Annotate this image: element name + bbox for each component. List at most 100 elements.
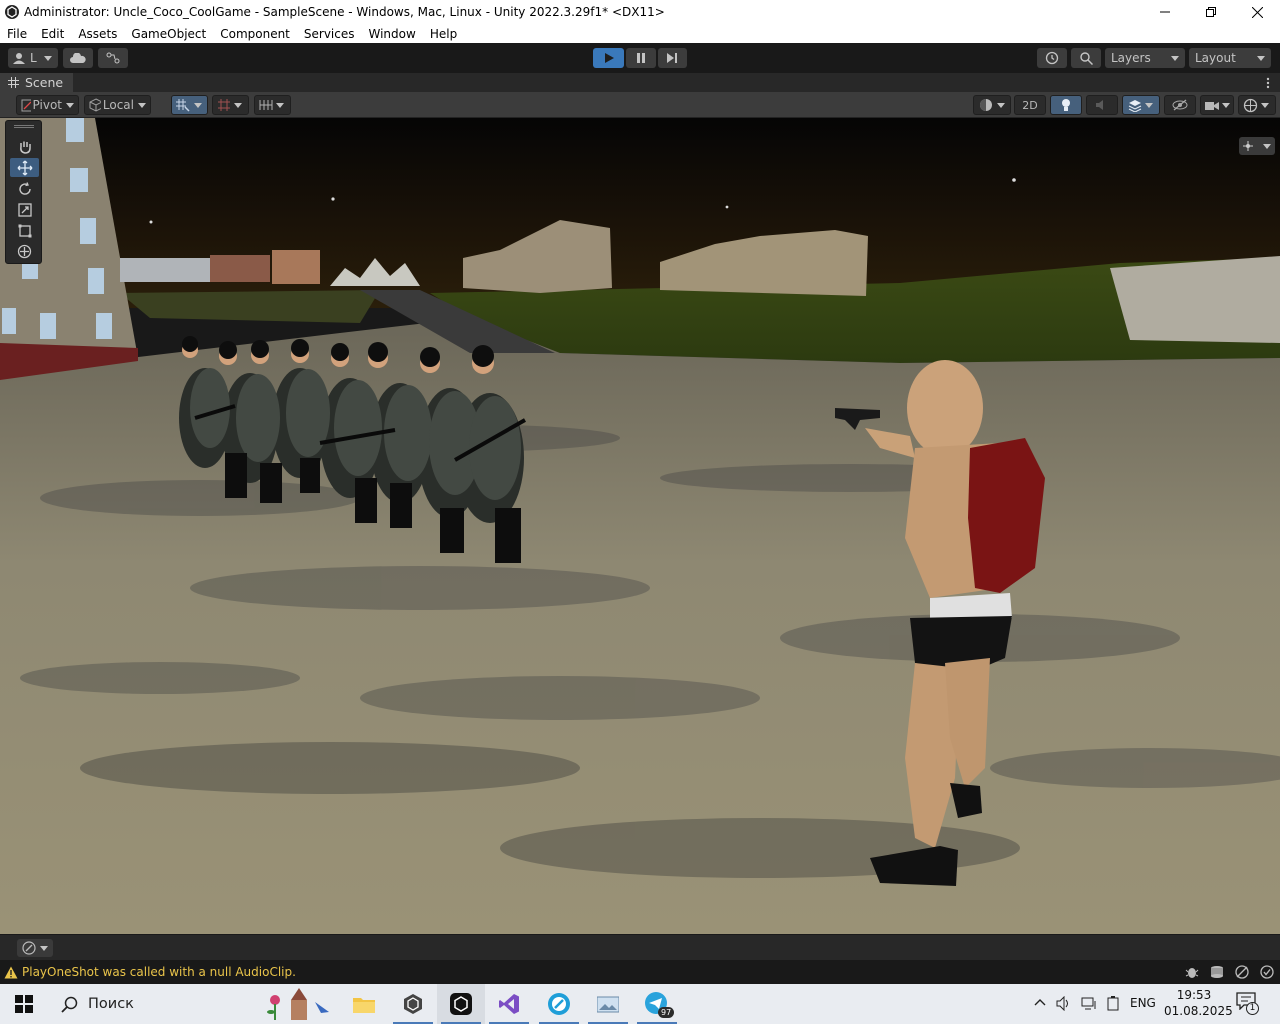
move-tool[interactable]: [10, 158, 39, 177]
2d-mode-toggle[interactable]: 2D: [1014, 95, 1046, 115]
layout-dropdown[interactable]: Layout: [1189, 48, 1271, 68]
debug-bug-icon[interactable]: [1185, 965, 1199, 979]
star: [1012, 178, 1016, 182]
increment-snap-toggle[interactable]: [212, 95, 249, 115]
scale-tool[interactable]: [10, 200, 39, 219]
network-icon[interactable]: [1081, 996, 1097, 1011]
chevron-down-icon: [194, 102, 202, 108]
orientation-dropdown[interactable]: [1239, 137, 1275, 155]
rotate-tool[interactable]: [10, 179, 39, 198]
visual-studio-app[interactable]: [485, 984, 533, 1024]
menu-edit[interactable]: Edit: [34, 25, 71, 43]
history-icon: [1045, 51, 1059, 65]
database-icon[interactable]: [1210, 965, 1224, 979]
chevron-up-icon[interactable]: [1034, 998, 1046, 1006]
layers-effects-icon: [1128, 99, 1142, 112]
shading-mode-icon: [980, 99, 992, 111]
more-menu-icon[interactable]: [1266, 77, 1270, 89]
unity-hub-app[interactable]: [389, 984, 437, 1024]
grid-icon: [259, 100, 273, 110]
clock[interactable]: 19:53 01.08.2025: [1164, 987, 1233, 1019]
grid-snapping-toggle[interactable]: [171, 95, 208, 115]
draw-mode-dropdown[interactable]: [973, 95, 1011, 115]
layers-dropdown[interactable]: Layers: [1105, 48, 1185, 68]
taskbar-search-box[interactable]: Поиск: [48, 984, 248, 1024]
unity-editor-app[interactable]: [437, 984, 485, 1024]
window-title-bar: Administrator: Uncle_Coco_CoolGame - Sam…: [0, 0, 1280, 24]
collab-button[interactable]: [98, 48, 128, 68]
menu-bar: File Edit Assets GameObject Component Se…: [0, 24, 1280, 43]
pause-button[interactable]: [626, 48, 656, 68]
play-button[interactable]: [593, 48, 624, 68]
menu-services[interactable]: Services: [297, 25, 362, 43]
auto-generate-lighting-icon[interactable]: [1235, 965, 1249, 979]
tab-scene[interactable]: Scene: [0, 73, 74, 92]
pivot-icon: [21, 99, 31, 111]
pivot-dropdown[interactable]: Pivot: [16, 95, 79, 115]
hand-icon: [19, 141, 31, 154]
file-explorer-app[interactable]: [340, 984, 388, 1024]
grid-hash-icon: [8, 77, 19, 88]
head: [907, 360, 983, 456]
image-viewer-app[interactable]: [584, 984, 632, 1024]
minimize-button[interactable]: [1142, 0, 1188, 24]
restore-button[interactable]: [1188, 0, 1234, 24]
lighting-toggle[interactable]: [1050, 95, 1082, 115]
notification-center-button[interactable]: 1: [1236, 992, 1260, 1016]
transform-tool[interactable]: [10, 242, 39, 261]
scene-viewport[interactable]: [0, 118, 1280, 934]
local-dropdown[interactable]: Local: [84, 95, 151, 115]
chevron-down-icon: [40, 945, 48, 951]
close-button[interactable]: [1234, 0, 1280, 24]
telegram-app[interactable]: 97: [633, 984, 681, 1024]
lightbulb-icon: [1062, 99, 1070, 111]
start-button[interactable]: [0, 984, 48, 1024]
browser-app[interactable]: [535, 984, 583, 1024]
play-icon: [604, 53, 614, 63]
effects-dropdown[interactable]: [1122, 95, 1160, 115]
chevron-down-icon: [997, 102, 1005, 108]
minimize-icon: [1160, 11, 1170, 13]
camera-dropdown[interactable]: [1200, 95, 1234, 115]
chevron-down-icon: [1263, 143, 1271, 149]
menu-help[interactable]: Help: [423, 25, 464, 43]
battery-icon[interactable]: [1106, 996, 1120, 1011]
grid-visibility-toggle[interactable]: [254, 95, 291, 115]
cloud-button[interactable]: [63, 48, 93, 68]
scene-overlay-bar: [0, 934, 1280, 960]
restore-icon: [1206, 7, 1216, 17]
rect-tool[interactable]: [10, 221, 39, 240]
volume-icon[interactable]: [1056, 996, 1072, 1011]
chevron-down-icon: [1171, 55, 1179, 61]
menu-assets[interactable]: Assets: [71, 25, 124, 43]
taskbar-widget[interactable]: [260, 984, 336, 1024]
overlay-menu-dropdown[interactable]: [17, 939, 53, 957]
castle-flowers-icon: [267, 988, 329, 1020]
drag-handle[interactable]: [14, 125, 34, 128]
distant-building: [120, 258, 210, 282]
menu-file[interactable]: File: [0, 25, 34, 43]
progress-check-icon[interactable]: [1260, 965, 1274, 979]
gizmos-globe-icon: [1243, 98, 1258, 112]
star: [725, 205, 729, 209]
menu-window[interactable]: Window: [362, 25, 423, 43]
search-icon: [61, 996, 78, 1013]
hand-tool[interactable]: [10, 137, 39, 156]
scene-render[interactable]: [0, 118, 1280, 934]
language-indicator[interactable]: ENG: [1130, 996, 1156, 1010]
audio-toggle[interactable]: [1086, 95, 1118, 115]
scene-tools-overlay: [5, 120, 42, 264]
scene-visibility-toggle[interactable]: [1164, 95, 1196, 115]
menu-gameobject[interactable]: GameObject: [124, 25, 213, 43]
step-button[interactable]: [658, 48, 687, 68]
account-dropdown[interactable]: L: [8, 48, 58, 68]
search-button[interactable]: [1071, 48, 1101, 68]
folder-icon: [353, 998, 375, 1013]
menu-component[interactable]: Component: [213, 25, 297, 43]
orientation-gizmo-icon: [1243, 141, 1253, 151]
console-status-bar[interactable]: PlayOneShot was called with a null Audio…: [0, 960, 1280, 984]
undo-history-button[interactable]: [1037, 48, 1067, 68]
clock-time: 19:53: [1176, 988, 1212, 1002]
unity-icon: [450, 993, 472, 1015]
gizmos-dropdown[interactable]: [1238, 95, 1276, 115]
